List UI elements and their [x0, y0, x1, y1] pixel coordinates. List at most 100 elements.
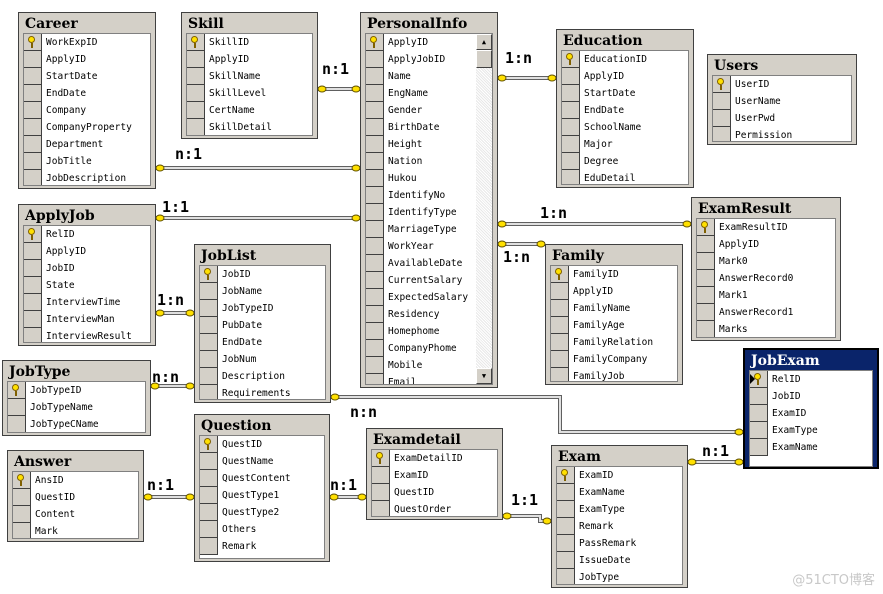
table-title[interactable]: Career [23, 13, 151, 33]
table-skill[interactable]: Skill SkillID ApplyID SkillName SkillLevel Ce… [181, 12, 318, 139]
column-row[interactable]: Content [13, 506, 138, 523]
row-selector[interactable] [200, 504, 218, 521]
column-row[interactable]: ApplyID [551, 283, 677, 300]
row-selector[interactable] [557, 552, 575, 569]
column-row[interactable]: AnswerRecord0 [697, 270, 835, 287]
row-selector[interactable] [24, 136, 42, 153]
column-row[interactable]: MarriageType [366, 221, 492, 238]
column-row[interactable]: JobTypeID [200, 300, 325, 317]
column-row[interactable]: QuestID [200, 436, 324, 453]
row-selector[interactable] [366, 374, 384, 384]
row-selector[interactable] [562, 170, 580, 184]
column-row[interactable]: ExamName [557, 484, 682, 501]
column-row[interactable]: Permission [713, 127, 851, 141]
row-selector[interactable] [366, 170, 384, 187]
row-selector[interactable] [562, 102, 580, 119]
row-selector[interactable] [366, 136, 384, 153]
row-selector[interactable] [562, 136, 580, 153]
row-selector[interactable] [200, 385, 218, 399]
relationship-line[interactable] [497, 240, 546, 248]
column-row[interactable]: JobID [24, 260, 150, 277]
row-selector[interactable] [713, 76, 731, 93]
row-selector[interactable] [200, 300, 218, 317]
column-row[interactable]: JobTitle [24, 153, 150, 170]
column-row[interactable]: Homephome [366, 323, 492, 340]
column-row[interactable]: EduDetail [562, 170, 688, 184]
column-row[interactable]: FamilyRelation [551, 334, 677, 351]
column-row[interactable]: ApplyID [24, 243, 150, 260]
column-row[interactable]: EndDate [200, 334, 325, 351]
column-row[interactable]: AvailableDate [366, 255, 492, 272]
column-row[interactable]: Height [366, 136, 492, 153]
column-row[interactable]: JobTypeName [8, 399, 145, 416]
column-row[interactable]: AnsID [13, 472, 138, 489]
column-row[interactable]: QuestID [13, 489, 138, 506]
row-selector[interactable] [697, 219, 715, 236]
table-examresult[interactable]: ExamResult ExamResultID ApplyID Mark0 Answer… [691, 197, 841, 341]
table-title[interactable]: Family [550, 245, 678, 265]
column-row[interactable]: JobTypeID [8, 382, 145, 399]
row-selector[interactable] [24, 51, 42, 68]
row-selector[interactable] [551, 283, 569, 300]
row-selector[interactable] [13, 523, 31, 538]
column-row[interactable]: Description [200, 368, 325, 385]
column-row[interactable]: WorkYear [366, 238, 492, 255]
row-selector[interactable] [366, 119, 384, 136]
relationship-line[interactable] [143, 493, 195, 501]
row-selector[interactable] [697, 304, 715, 321]
column-row[interactable]: Mark [13, 523, 138, 538]
table-jobexam[interactable]: JobExam RelID JobID ExamID ExamType ExamName [743, 348, 879, 469]
row-selector[interactable] [200, 266, 218, 283]
column-row[interactable]: Gender [366, 102, 492, 119]
row-selector[interactable] [697, 253, 715, 270]
row-selector[interactable] [750, 371, 768, 388]
column-row[interactable]: ExamResultID [697, 219, 835, 236]
table-title[interactable]: ApplyJob [23, 205, 151, 225]
column-row[interactable]: ExamName [750, 439, 872, 456]
row-selector[interactable] [713, 93, 731, 110]
row-selector[interactable] [366, 51, 384, 68]
table-title[interactable]: Examdetail [371, 429, 498, 449]
row-selector[interactable] [562, 51, 580, 68]
row-selector[interactable] [24, 243, 42, 260]
relationship-line[interactable] [497, 74, 557, 82]
column-row[interactable]: JobNum [200, 351, 325, 368]
column-row[interactable]: Department [24, 136, 150, 153]
column-row[interactable]: Residency [366, 306, 492, 323]
row-selector[interactable] [551, 317, 569, 334]
row-selector[interactable] [187, 85, 205, 102]
row-selector[interactable] [551, 266, 569, 283]
column-row[interactable]: IdentifyType [366, 204, 492, 221]
column-row[interactable]: JobName [200, 283, 325, 300]
column-row[interactable]: Name [366, 68, 492, 85]
column-row[interactable]: ApplyID [562, 68, 688, 85]
row-selector[interactable] [24, 226, 42, 243]
column-row[interactable]: RelID [750, 371, 872, 388]
column-row[interactable]: Mark0 [697, 253, 835, 270]
row-selector[interactable] [562, 85, 580, 102]
column-row[interactable]: CompanyProperty [24, 119, 150, 136]
column-row[interactable]: SkillLevel [187, 85, 312, 102]
row-selector[interactable] [24, 170, 42, 185]
row-selector[interactable] [24, 68, 42, 85]
row-selector[interactable] [200, 351, 218, 368]
column-row[interactable]: ApplyJobID [366, 51, 492, 68]
row-selector[interactable] [366, 153, 384, 170]
table-career[interactable]: Career WorkExpID ApplyID StartDate EndDate Co… [18, 12, 156, 189]
row-selector[interactable] [24, 328, 42, 342]
column-row[interactable]: ExpectedSalary [366, 289, 492, 306]
row-selector[interactable] [366, 357, 384, 374]
table-education[interactable]: Education EducationID ApplyID StartDate EndD… [556, 29, 694, 188]
row-selector[interactable] [372, 484, 390, 501]
row-selector[interactable] [187, 34, 205, 51]
row-selector[interactable] [697, 270, 715, 287]
relationship-line[interactable] [329, 493, 367, 501]
column-row[interactable]: ExamID [750, 405, 872, 422]
row-selector[interactable] [24, 34, 42, 51]
row-selector[interactable] [697, 287, 715, 304]
row-selector[interactable] [697, 236, 715, 253]
row-selector[interactable] [187, 68, 205, 85]
row-selector[interactable] [24, 85, 42, 102]
row-selector[interactable] [24, 277, 42, 294]
column-row[interactable]: ExamType [557, 501, 682, 518]
